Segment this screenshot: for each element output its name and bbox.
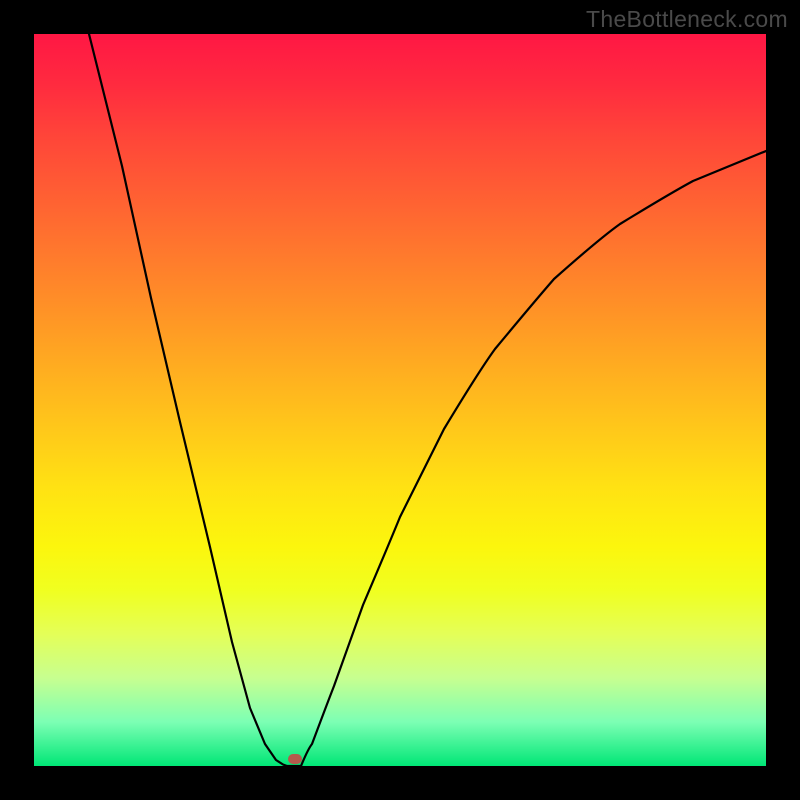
curve-right-branch [301, 151, 766, 766]
watermark-text: TheBottleneck.com [586, 6, 788, 33]
chart-frame: TheBottleneck.com [0, 0, 800, 800]
bottleneck-curve [34, 34, 766, 766]
curve-left-branch [89, 34, 287, 766]
plot-area [34, 34, 766, 766]
optimal-point-marker [288, 754, 302, 764]
